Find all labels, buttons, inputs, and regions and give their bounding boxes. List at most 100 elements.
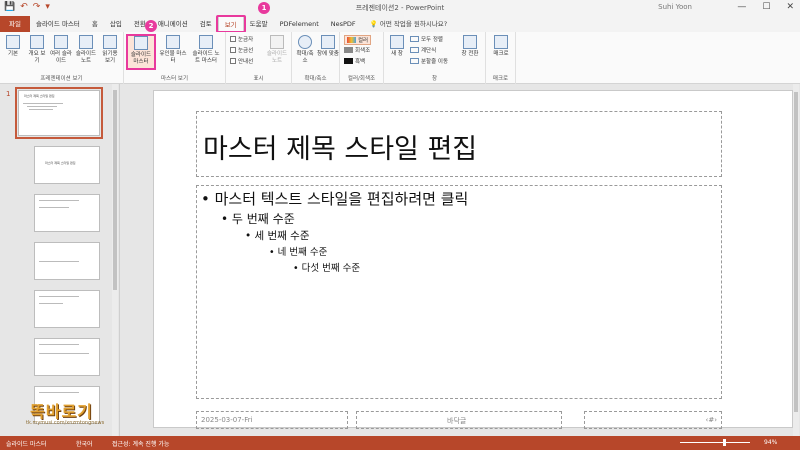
move-split-option[interactable]: 분할줄 이동 xyxy=(410,57,448,65)
guides-checkbox-box xyxy=(230,58,236,64)
outline-view-button[interactable]: 개요 보기 xyxy=(27,35,47,65)
slide-sorter-button[interactable]: 여러 슬라이드 xyxy=(50,35,72,65)
ruler-checkbox[interactable]: 눈금자 xyxy=(230,35,253,43)
grayscale-option[interactable]: 회색조 xyxy=(344,46,370,54)
user-name[interactable]: Suhi Yoon xyxy=(658,3,692,11)
slide-master-button[interactable]: 슬라이드 마스터 xyxy=(126,34,156,70)
switch-window-label: 창 전환 xyxy=(461,51,479,57)
status-accessibility[interactable]: 접근성: 계속 진행 가능 xyxy=(112,439,169,448)
tab-help[interactable]: 도움말 xyxy=(244,16,274,32)
gridlines-checkbox-box xyxy=(230,47,236,53)
tell-me-box[interactable]: 💡 어떤 작업을 원하시나요? xyxy=(370,16,448,32)
group-zoom-label: 확대/축소 xyxy=(304,76,327,82)
thumb-line xyxy=(27,106,57,107)
move-split-label: 분할줄 이동 xyxy=(421,59,449,65)
tab-home[interactable]: 홈 xyxy=(86,16,104,32)
layout-thumbnail[interactable] xyxy=(34,338,100,376)
status-language[interactable]: 한국어 xyxy=(76,439,93,448)
tab-slide-master[interactable]: 슬라이드 마스터 xyxy=(30,16,86,32)
date-placeholder[interactable]: 2025-03-07-Fri xyxy=(196,411,348,429)
thumb-line xyxy=(39,353,89,354)
zoom-level[interactable]: 94% xyxy=(764,439,777,446)
master-thumbnail-title: 마스터 제목 스타일 편집 xyxy=(24,94,55,98)
slide-sorter-icon xyxy=(54,35,68,49)
arrange-all-label: 모두 정렬 xyxy=(421,37,443,43)
close-icon[interactable]: ✕ xyxy=(786,2,794,12)
cascade-icon xyxy=(410,47,419,53)
watermark-logo: 똑바로기 xyxy=(30,402,93,421)
slide-editor: 마스터 제목 스타일 편집 • 마스터 텍스트 스타일을 편집하려면 클릭 • … xyxy=(120,84,800,436)
text-level-2: • 두 번째 수준 xyxy=(221,212,295,226)
outline-view-icon xyxy=(30,35,44,49)
group-macros: 매크로 매크로 xyxy=(486,32,516,84)
view-tab-highlight xyxy=(215,15,246,33)
tab-review[interactable]: 검토 xyxy=(194,16,218,32)
editor-scrollbar[interactable] xyxy=(793,84,799,436)
ribbon-tabs: 파일 슬라이드 마스터 홈 삽입 전환 애니메이션 검토 보기 도움말 PDFe… xyxy=(0,15,800,33)
tell-me-text: 어떤 작업을 원하시나요? xyxy=(379,20,448,28)
tab-nespdf[interactable]: NesPDF xyxy=(325,16,362,32)
thumb-line xyxy=(39,392,79,393)
notes-toggle-icon xyxy=(270,35,284,49)
window-controls: — ☐ ✕ xyxy=(737,2,794,12)
zoom-button[interactable]: 확대/축소 xyxy=(294,35,316,65)
color-option[interactable]: 컬러 xyxy=(344,35,372,45)
tab-animations[interactable]: 애니메이션 xyxy=(152,16,194,32)
text-level-3: • 세 번째 수준 xyxy=(245,230,310,242)
group-presentation-views: 기본 개요 보기 여러 슬라이드 슬라이드 노트 읽기용 보기 프레젠테이션 보… xyxy=(0,32,124,84)
master-thumbnail[interactable]: 마스터 제목 스타일 편집 xyxy=(15,87,103,139)
slide-number-text: ‹#› xyxy=(705,416,717,424)
date-text: 2025-03-07-Fri xyxy=(201,416,253,424)
footer-text: 바닥글 xyxy=(447,417,467,425)
text-level-4-label: 네 번째 수준 xyxy=(277,247,328,258)
reading-view-button[interactable]: 읽기용 보기 xyxy=(100,35,120,65)
notes-page-button[interactable]: 슬라이드 노트 xyxy=(75,35,97,65)
editor-scrollbar-thumb[interactable] xyxy=(794,92,798,412)
macros-button[interactable]: 매크로 xyxy=(489,35,513,58)
text-level-1: • 마스터 텍스트 스타일을 편집하려면 클릭 xyxy=(201,190,469,208)
fit-to-window-button[interactable]: 창에 맞춤 xyxy=(317,35,339,58)
layout-thumbnail[interactable]: 마스터 제목 스타일 편집 xyxy=(34,146,100,184)
thumb-line xyxy=(39,261,79,262)
black-white-option[interactable]: 흑백 xyxy=(344,57,365,65)
layout-thumbnail[interactable] xyxy=(34,242,100,280)
title-placeholder[interactable]: 마스터 제목 스타일 편집 xyxy=(196,111,722,177)
grayscale-option-label: 회색조 xyxy=(355,48,371,54)
layout-thumbnail[interactable] xyxy=(34,290,100,328)
macros-icon xyxy=(494,35,508,49)
arrange-all-option[interactable]: 모두 정렬 xyxy=(410,35,443,43)
switch-window-button[interactable]: 창 전환 xyxy=(458,35,482,58)
thumb-line xyxy=(29,109,53,110)
group-color: 컬러 회색조 흑백 컬러/회색조 xyxy=(340,32,384,84)
new-window-button[interactable]: 새 창 xyxy=(388,35,406,58)
grayscale-swatch-icon xyxy=(344,47,353,53)
footer-placeholder[interactable]: 바닥글 xyxy=(356,411,562,429)
zoom-slider[interactable] xyxy=(680,442,750,443)
thumbnail-scrollbar-thumb[interactable] xyxy=(113,90,117,290)
notes-toggle-button[interactable]: 슬라이드 노트 xyxy=(266,35,288,65)
layout-thumbnail[interactable] xyxy=(34,194,100,232)
tab-view[interactable]: 보기 xyxy=(215,15,246,33)
fit-to-window-label: 창에 맞춤 xyxy=(317,51,339,57)
text-level-5: • 다섯 번째 수준 xyxy=(293,263,361,274)
maximize-icon[interactable]: ☐ xyxy=(762,2,770,12)
body-placeholder[interactable]: • 마스터 텍스트 스타일을 편집하려면 클릭 • 두 번째 수준 • 세 번째… xyxy=(196,185,722,399)
normal-view-label: 기본 xyxy=(7,51,19,57)
tab-insert[interactable]: 삽입 xyxy=(104,16,128,32)
slide-sorter-label: 여러 슬라이드 xyxy=(50,51,72,64)
normal-view-button[interactable]: 기본 xyxy=(3,35,23,58)
thumbnail-scrollbar[interactable] xyxy=(112,84,118,436)
tab-file[interactable]: 파일 xyxy=(0,16,30,32)
slide-number-placeholder[interactable]: ‹#› xyxy=(584,411,722,429)
cascade-option[interactable]: 계단식 xyxy=(410,46,436,54)
minimize-icon[interactable]: — xyxy=(737,2,746,12)
gridlines-checkbox[interactable]: 눈금선 xyxy=(230,46,253,54)
thumb-line xyxy=(39,303,63,304)
handout-master-button[interactable]: 유인물 마스터 xyxy=(159,35,187,65)
notes-master-button[interactable]: 슬라이드 노트 마스터 xyxy=(190,35,222,65)
arrange-all-icon xyxy=(410,36,419,42)
group-window-label: 창 xyxy=(431,76,438,82)
zoom-slider-thumb[interactable] xyxy=(723,439,726,446)
tab-pdfelement[interactable]: PDFelement xyxy=(274,16,325,32)
guides-checkbox[interactable]: 안내선 xyxy=(230,57,253,65)
